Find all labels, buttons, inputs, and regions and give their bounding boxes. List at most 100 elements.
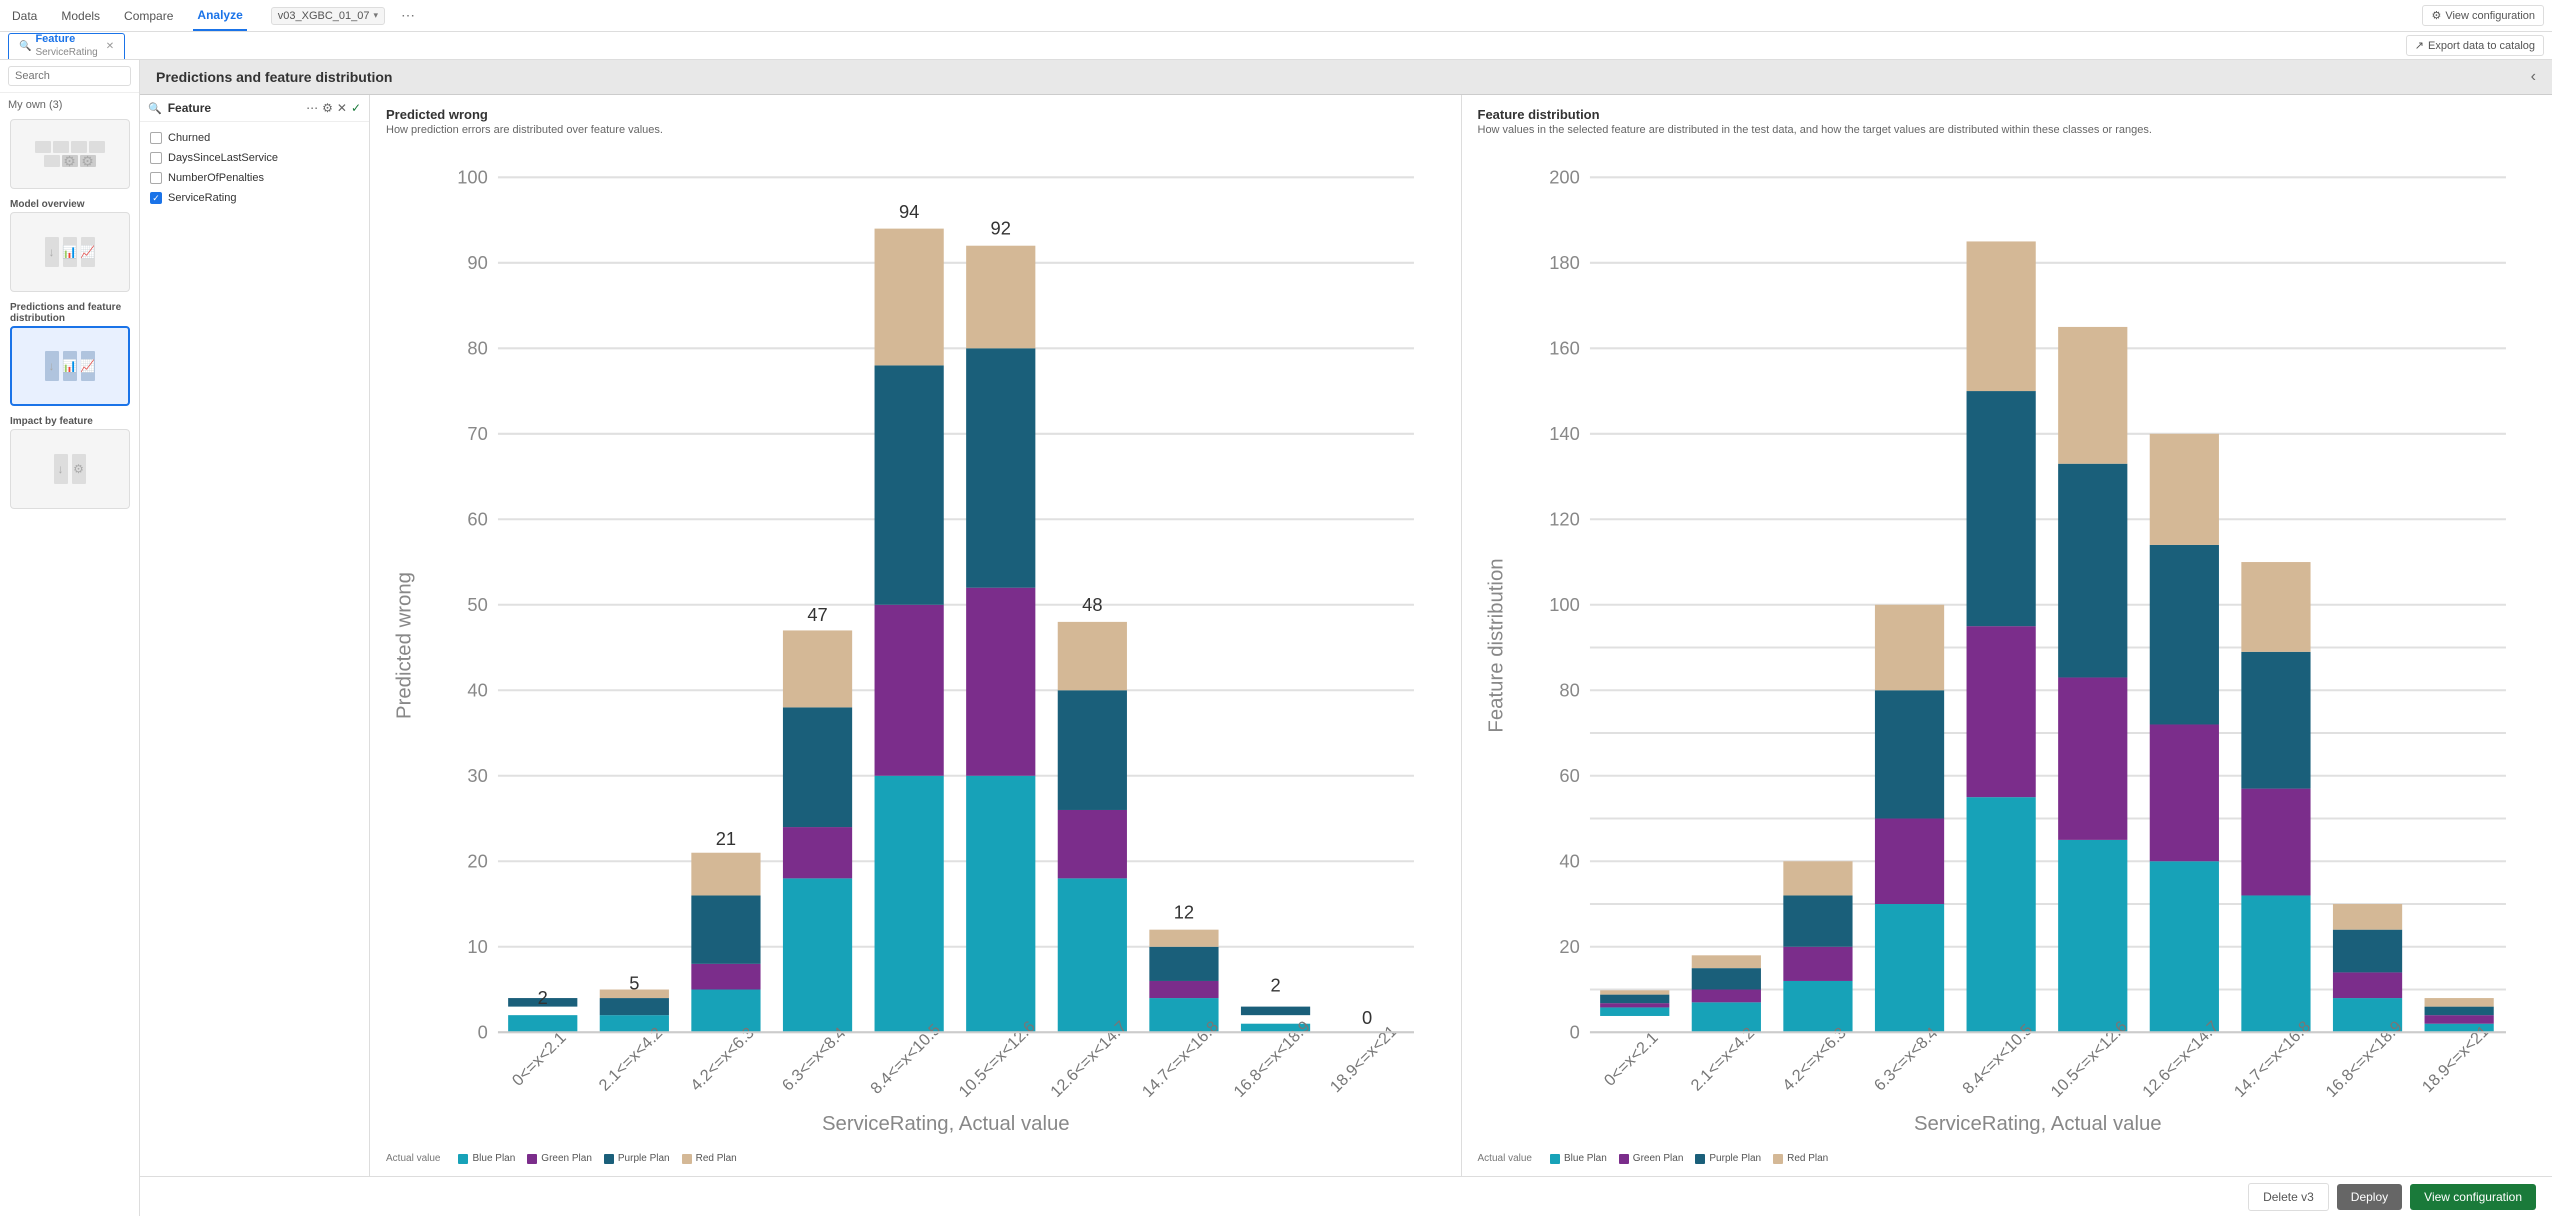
charts-area: 🔍 Feature ⋯ ⚙ ✕ ✓ Churned bbox=[140, 95, 2552, 1176]
right-legend-name-purple: Purple Plan bbox=[1709, 1153, 1761, 1164]
feature-confirm-icon[interactable]: ✓ bbox=[351, 101, 361, 115]
feature-checkbox-days[interactable] bbox=[150, 152, 162, 164]
sidebar-search bbox=[0, 60, 139, 93]
sidebar-item-model-overview[interactable]: ↓ 📊 📈 bbox=[10, 212, 130, 292]
tab-close-icon[interactable]: ✕ bbox=[106, 41, 114, 52]
svg-text:2.1<=x<4.2: 2.1<=x<4.2 bbox=[595, 1024, 666, 1095]
right-legend-item-blue: Blue Plan bbox=[1550, 1153, 1607, 1164]
main-layout: My own (3) ⚙ ⚙ Model overview ↓ 📊 📈 bbox=[0, 60, 2552, 1216]
page-title: Predictions and feature distribution bbox=[156, 69, 392, 85]
legend-color-green bbox=[527, 1154, 537, 1164]
svg-text:12: 12 bbox=[1174, 901, 1194, 922]
svg-text:120: 120 bbox=[1549, 508, 1580, 529]
svg-text:160: 160 bbox=[1549, 337, 1580, 358]
impact-preview: ↓ ⚙ bbox=[54, 454, 86, 484]
svg-text:60: 60 bbox=[1559, 765, 1579, 786]
svg-text:30: 30 bbox=[467, 765, 487, 786]
content-area: Predictions and feature distribution ‹ 🔍… bbox=[140, 60, 2552, 1216]
tab-row: 🔍 Feature ServiceRating ✕ ↗ Export data … bbox=[0, 32, 2552, 60]
model-name: v03_XGBC_01_07 bbox=[278, 10, 370, 22]
mini-grid-preview2: ⚙ ⚙ bbox=[44, 155, 96, 167]
top-nav-right: ⚙ View configuration bbox=[2422, 5, 2544, 26]
model-dropdown-icon[interactable]: ▾ bbox=[374, 10, 379, 21]
tab-actions: ↗ Export data to catalog bbox=[2406, 35, 2544, 56]
svg-text:2: 2 bbox=[538, 987, 548, 1008]
config-icon: ⚙ bbox=[2431, 9, 2441, 22]
right-legend-name-green: Green Plan bbox=[1633, 1153, 1684, 1164]
sidebar-item-mini-grid[interactable]: ⚙ ⚙ bbox=[10, 119, 130, 189]
svg-text:48: 48 bbox=[1082, 594, 1102, 615]
search-input[interactable] bbox=[8, 66, 131, 86]
feature-panel-actions: ⋯ ⚙ ✕ ✓ bbox=[306, 101, 361, 115]
predictions-preview: ↓ 📊 📈 bbox=[45, 351, 95, 381]
feature-item-servicerating[interactable]: ✓ ServiceRating bbox=[140, 188, 369, 208]
sidebar-section-title: My own (3) bbox=[0, 93, 139, 113]
sidebar-item-impact[interactable]: ↓ ⚙ bbox=[10, 429, 130, 509]
legend-item-green: Green Plan bbox=[527, 1153, 592, 1164]
svg-text:4.2<=x<6.3: 4.2<=x<6.3 bbox=[1779, 1024, 1850, 1095]
feature-name-churned: Churned bbox=[168, 132, 210, 144]
nav-compare[interactable]: Compare bbox=[120, 0, 177, 31]
left-chart-svg-wrapper: Predicted wrong bbox=[386, 144, 1445, 1147]
svg-text:0: 0 bbox=[1569, 1021, 1579, 1042]
feature-list: Churned DaysSinceLastService NumberOfPen… bbox=[140, 122, 369, 1176]
svg-text:0<=x<2.1: 0<=x<2.1 bbox=[509, 1029, 570, 1090]
right-chart-svg-wrapper: Feature distribution bbox=[1478, 144, 2537, 1147]
right-legend-item-red: Red Plan bbox=[1773, 1153, 1828, 1164]
feature-item-days[interactable]: DaysSinceLastService bbox=[140, 148, 369, 168]
deploy-btn[interactable]: Deploy bbox=[2337, 1184, 2402, 1210]
right-chart-container: Feature distribution bbox=[1478, 144, 2537, 1164]
svg-text:94: 94 bbox=[899, 201, 919, 222]
svg-text:100: 100 bbox=[1549, 594, 1580, 615]
svg-text:5: 5 bbox=[629, 973, 639, 994]
feature-settings-icon[interactable]: ⚙ bbox=[322, 101, 333, 115]
right-legend-name-blue: Blue Plan bbox=[1564, 1153, 1607, 1164]
svg-text:0: 0 bbox=[478, 1021, 488, 1042]
feature-name-servicerating: ServiceRating bbox=[168, 192, 236, 204]
feature-checkbox-churned[interactable] bbox=[150, 132, 162, 144]
svg-text:0: 0 bbox=[1362, 1007, 1372, 1028]
tab-feature-servicerating[interactable]: 🔍 Feature ServiceRating ✕ bbox=[8, 33, 125, 59]
left-chart-legend: Actual value Blue Plan Green Plan Purple… bbox=[386, 1147, 1445, 1164]
right-chart-title: Feature distribution bbox=[1478, 107, 2537, 122]
collapse-icon[interactable]: ‹ bbox=[2531, 68, 2536, 86]
top-nav: Data Models Compare Analyze v03_XGBC_01_… bbox=[0, 0, 2552, 32]
nav-analyze[interactable]: Analyze bbox=[193, 0, 246, 31]
more-options-icon[interactable]: ⋯ bbox=[401, 7, 415, 24]
export-btn[interactable]: ↗ Export data to catalog bbox=[2406, 35, 2544, 56]
sidebar-item-predictions[interactable]: ↓ 📊 📈 bbox=[10, 326, 130, 406]
page-header: Predictions and feature distribution ‹ bbox=[140, 60, 2552, 95]
view-config-btn-top[interactable]: ⚙ View configuration bbox=[2422, 5, 2544, 26]
left-chart-svg: Predicted wrong bbox=[386, 144, 1445, 1147]
svg-text:92: 92 bbox=[991, 217, 1011, 238]
nav-data[interactable]: Data bbox=[8, 0, 41, 31]
legend-item-red: Red Plan bbox=[682, 1153, 737, 1164]
view-config-btn-bottom[interactable]: View configuration bbox=[2410, 1184, 2536, 1210]
feature-checkbox-penalties[interactable] bbox=[150, 172, 162, 184]
left-chart-subtitle: How prediction errors are distributed ov… bbox=[386, 124, 1445, 136]
right-legend-color-purple bbox=[1695, 1154, 1705, 1164]
right-legend-color-green bbox=[1619, 1154, 1629, 1164]
tab-search-icon: 🔍 bbox=[19, 41, 31, 52]
svg-text:20: 20 bbox=[1559, 936, 1579, 957]
model-overview-label-header: Model overview bbox=[6, 195, 133, 210]
bottom-bar: Delete v3 Deploy View configuration bbox=[140, 1176, 2552, 1216]
feature-more-icon[interactable]: ⋯ bbox=[306, 101, 318, 115]
feature-checkbox-servicerating[interactable]: ✓ bbox=[150, 192, 162, 204]
model-selector[interactable]: v03_XGBC_01_07 ▾ bbox=[271, 7, 385, 25]
predictions-label-header: Predictions and feature distribution bbox=[6, 298, 133, 324]
legend-color-red bbox=[682, 1154, 692, 1164]
svg-text:50: 50 bbox=[467, 594, 487, 615]
feature-item-penalties[interactable]: NumberOfPenalties bbox=[140, 168, 369, 188]
nav-models[interactable]: Models bbox=[57, 0, 104, 31]
right-legend-item-purple: Purple Plan bbox=[1695, 1153, 1761, 1164]
right-legend-item-green: Green Plan bbox=[1619, 1153, 1684, 1164]
feature-close-icon[interactable]: ✕ bbox=[337, 101, 347, 115]
right-chart-legend: Actual value Blue Plan Green Plan Purple… bbox=[1478, 1147, 2537, 1164]
feature-item-churned[interactable]: Churned bbox=[140, 128, 369, 148]
left-chart-title: Predicted wrong bbox=[386, 107, 1445, 122]
left-y-axis-label: Predicted wrong bbox=[393, 572, 415, 719]
legend-color-purple bbox=[604, 1154, 614, 1164]
svg-text:80: 80 bbox=[1559, 679, 1579, 700]
delete-btn[interactable]: Delete v3 bbox=[2248, 1183, 2329, 1211]
